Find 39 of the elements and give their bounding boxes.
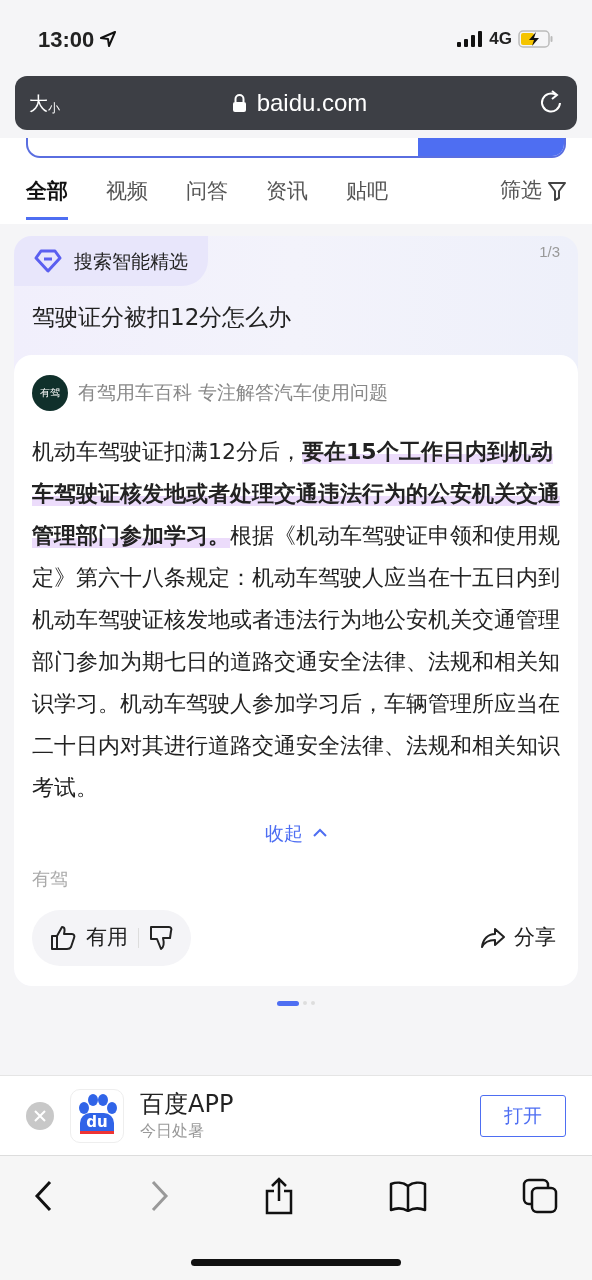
book-icon[interactable] bbox=[389, 1180, 427, 1212]
filter-icon bbox=[548, 181, 566, 201]
thumbs-up-icon bbox=[50, 925, 76, 951]
filter-button[interactable]: 筛选 bbox=[500, 175, 566, 207]
diamond-icon bbox=[34, 249, 62, 273]
share-arrow-icon bbox=[480, 927, 506, 949]
search-field[interactable] bbox=[26, 138, 566, 158]
useful-button[interactable]: 有用 bbox=[50, 922, 128, 954]
app-name: 百度APP bbox=[140, 1088, 234, 1119]
forward-icon[interactable] bbox=[149, 1180, 169, 1212]
chevron-up-icon bbox=[313, 828, 327, 838]
tab[interactable]: 全部 bbox=[26, 161, 68, 221]
share-button[interactable]: 分享 bbox=[480, 922, 556, 954]
url-domain: baidu.com bbox=[256, 88, 368, 118]
app-subtitle: 今日处暑 bbox=[140, 1119, 205, 1142]
lock-icon bbox=[231, 93, 247, 113]
tab[interactable]: 资讯 bbox=[266, 161, 308, 221]
status-time: 13:00 bbox=[38, 25, 95, 54]
tab[interactable]: 问答 bbox=[186, 161, 228, 221]
tab[interactable]: 贴吧 bbox=[346, 161, 388, 221]
location-arrow-icon bbox=[100, 31, 117, 47]
source-logo: 有驾 bbox=[32, 374, 68, 411]
page-indicator: 1/3 bbox=[539, 242, 560, 262]
open-app-button[interactable]: 打开 bbox=[480, 1094, 566, 1137]
badge-label: 搜索智能精选 bbox=[74, 248, 188, 274]
battery-charging-icon bbox=[518, 30, 554, 48]
network-label: 4G bbox=[489, 28, 512, 51]
signal-icon bbox=[457, 31, 484, 47]
attribution: 有驾 bbox=[32, 867, 69, 891]
baidu-app-logo: du bbox=[70, 1088, 124, 1143]
tabs-icon[interactable] bbox=[522, 1178, 558, 1214]
share-icon[interactable] bbox=[264, 1177, 294, 1215]
question-title: 驾驶证分被扣12分怎么办 bbox=[31, 303, 293, 332]
back-icon[interactable] bbox=[34, 1180, 54, 1212]
answer-text: 机动车驾驶证扣满12分后，要在15个工作日内到机动车驾驶证核发地或者处理交通违法行为的公安机关交通管理部门参加学习。根据《机动车驾驶证申领和使用规定》第六十八条规定：机动车驾驶人应当在十五日内到机动车驾驶证核发地或者违法行为地公安机关交通管理部门参加为期七日的道路交通安全法律、法规和相关知识学习。机动车驾驶人参加学习后，车辆管理所应当在二十日内对其进行道路交通安全法律、法规和相关知识考试。 bbox=[32, 437, 560, 802]
collapse-button[interactable]: 收起 bbox=[265, 818, 327, 847]
tab[interactable]: 视频 bbox=[106, 161, 148, 221]
source-name: 有驾用车百科 专注解答汽车使用问题 bbox=[78, 380, 389, 406]
thumbs-down-icon[interactable] bbox=[149, 925, 173, 951]
